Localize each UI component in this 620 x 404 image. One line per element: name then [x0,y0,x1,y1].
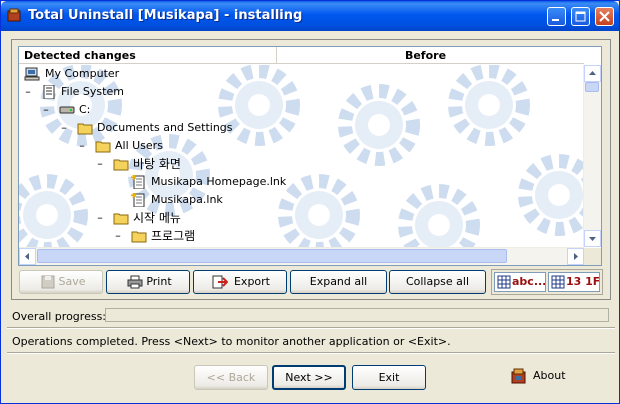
minimize-icon [552,19,559,21]
vertical-scrollbar[interactable] [583,65,601,247]
tree-row-label: My Computer [45,67,120,80]
scroll-corner [584,248,601,265]
collapse-toggle[interactable]: – [113,227,123,245]
text-view-button[interactable]: abc... [494,272,546,292]
printer-icon [127,275,143,289]
minimize-button[interactable] [547,7,566,26]
back-button[interactable]: << Back [194,365,268,390]
collapse-all-button[interactable]: Collapse all [389,270,486,294]
drive-icon [59,106,75,114]
vertical-scroll-thumb[interactable] [585,82,599,92]
expand-all-button[interactable]: Expand all [290,270,387,294]
main-window: Total Uninstall [Musikapa] - installing [0,0,620,404]
new-file-icon [131,175,145,189]
tree-row-label: File System [61,85,124,98]
save-button[interactable]: Save [19,270,103,294]
arrow-left-icon [25,253,29,260]
tree-row-label: 프로그램 [151,229,196,243]
window-title: Total Uninstall [Musikapa] - installing [28,8,303,23]
file-system-icon [43,85,55,99]
folder-icon [113,159,129,171]
next-button[interactable]: Next >> [272,365,346,390]
separator [7,352,615,354]
app-about-icon [511,368,526,384]
arrow-right-icon [574,253,578,260]
status-message: Operations completed. Press <Next> to mo… [12,335,451,348]
about-label: About [533,369,566,382]
changes-panel: Detected changes Before My Computer – Fi… [11,39,611,300]
collapse-toggle[interactable]: – [95,155,105,173]
folder-icon [113,213,129,225]
close-icon [599,11,610,22]
scroll-up-button[interactable] [584,65,601,82]
floppy-disk-icon [41,275,55,289]
close-button[interactable] [595,7,614,26]
maximize-button[interactable] [571,7,590,26]
hex-view-label: 13 1F... [566,275,599,288]
tree-row-label: Musikapa.lnk [151,193,223,206]
arrow-down-icon [589,237,596,241]
collapse-toggle[interactable]: – [95,209,105,227]
app-icon [7,8,21,22]
tree-row-label: 바탕 화면 [133,157,181,171]
separator [7,327,615,329]
new-file-icon [131,193,145,207]
about-button[interactable]: About [507,364,567,390]
computer-icon [24,67,40,81]
scroll-left-button[interactable] [19,248,36,265]
horizontal-scrollbar[interactable] [19,247,584,265]
overall-progress-bar [105,308,609,322]
export-icon [212,275,228,289]
title-bar[interactable]: Total Uninstall [Musikapa] - installing [1,1,619,31]
folder-icon [95,141,111,153]
arrow-up-icon [589,71,596,75]
column-header-before[interactable]: Before [277,47,584,64]
collapse-toggle[interactable]: – [23,83,33,101]
maximize-icon [575,11,586,22]
export-button[interactable]: Export [193,270,287,294]
scroll-right-button[interactable] [567,248,584,265]
overall-progress-label: Overall progress: [12,310,106,323]
collapse-toggle[interactable]: – [41,101,51,119]
view-mode-group: abc... 13 1F... [491,269,603,295]
exit-button[interactable]: Exit [352,365,426,390]
collapse-toggle[interactable]: – [59,119,69,137]
text-view-label: abc... [512,275,546,288]
scroll-down-button[interactable] [584,230,601,247]
tree-row-label: Musikapa Homepage.lnk [151,175,287,188]
column-header-detected-changes[interactable]: Detected changes [19,47,277,64]
folder-icon [77,123,93,135]
changes-tree[interactable]: Detected changes Before My Computer – Fi… [18,46,602,266]
print-button[interactable]: Print [106,270,190,294]
collapse-toggle[interactable]: – [77,137,87,155]
hex-view-button[interactable]: 13 1F... [548,272,600,292]
tree-row-label: Documents and Settings [97,121,233,134]
grid-icon [497,275,511,289]
folder-icon [131,231,147,243]
grid-icon [551,275,565,289]
tree-row-label: 시작 메뉴 [133,211,181,225]
tree-row-label: C: [79,103,91,116]
tree-row-label: All Users [115,139,163,152]
horizontal-scroll-thumb[interactable] [37,249,507,263]
